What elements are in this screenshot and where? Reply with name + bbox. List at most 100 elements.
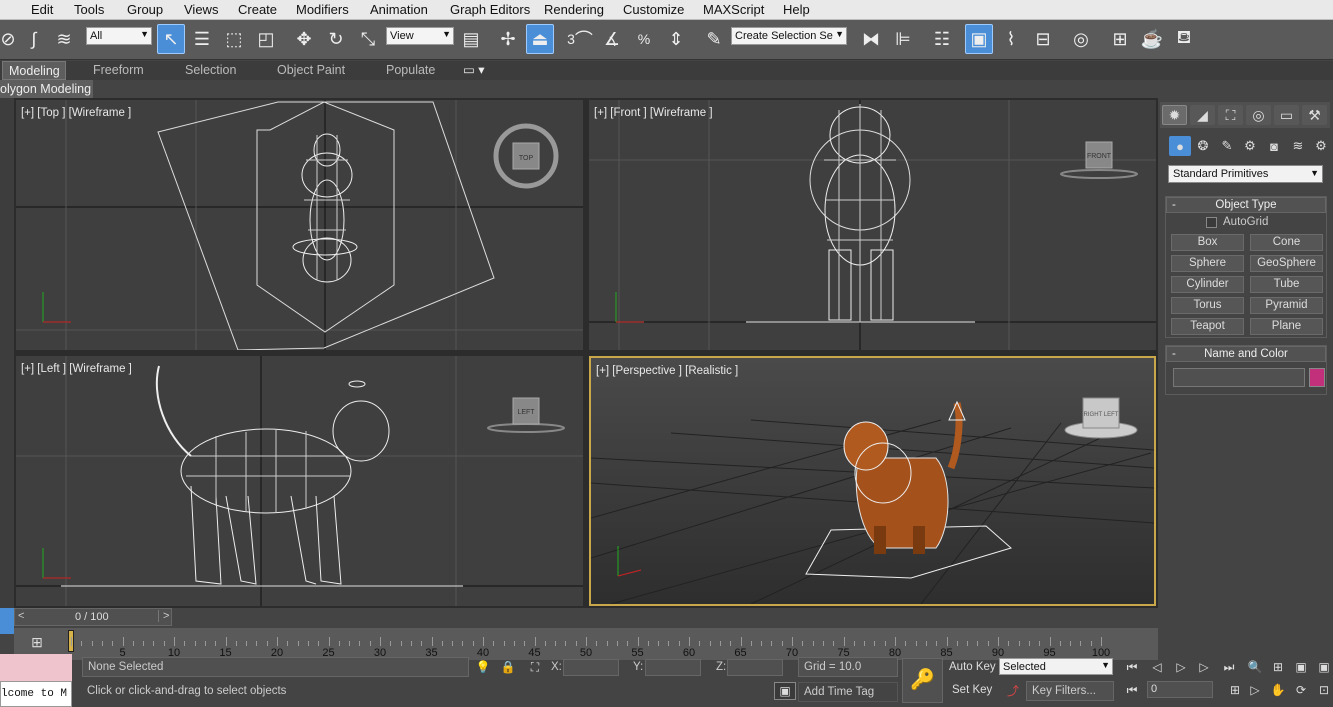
autogrid-checkbox[interactable] [1206, 217, 1217, 228]
box-button[interactable]: Box [1171, 234, 1244, 251]
set-key-button[interactable]: Set Key [952, 684, 992, 696]
maximize-viewport-icon[interactable]: ⊡ [1313, 681, 1333, 699]
isolate-selection-icon[interactable]: 💡 [472, 658, 494, 676]
pan-view-icon[interactable]: ✋ [1267, 681, 1289, 699]
link-icon[interactable]: ⊘ [0, 24, 22, 54]
lights-icon[interactable]: ✎ [1216, 136, 1238, 156]
space-warps-icon[interactable]: ≋ [1287, 136, 1309, 156]
layer-manager-icon[interactable]: ☷ [928, 24, 956, 54]
viewport-left[interactable]: LEFT [+] [Left ] [Wireframe ] [16, 356, 583, 606]
viewport-label-front[interactable]: [+] [Front ] [Wireframe ] [594, 107, 713, 119]
snaps-toggle-icon[interactable]: 3 ⌒ [566, 24, 594, 54]
angle-snap-icon[interactable]: ∡ [598, 24, 626, 54]
goto-end-icon[interactable]: ⏭ [1218, 658, 1240, 676]
tab-freeform[interactable]: Freeform [93, 61, 144, 80]
menu-edit[interactable]: Edit [31, 2, 53, 17]
tab-selection[interactable]: Selection [185, 61, 236, 80]
key-mode-dropdown[interactable]: Selected ▼ [999, 658, 1113, 675]
viewport-label-top[interactable]: [+] [Top ] [Wireframe ] [21, 107, 131, 119]
menu-modifiers[interactable]: Modifiers [296, 2, 349, 17]
zoom-icon[interactable]: 🔍 [1244, 658, 1266, 676]
select-and-scale-icon[interactable]: ⤡ [354, 24, 382, 54]
plane-button[interactable]: Plane [1250, 318, 1323, 335]
viewport-top[interactable]: TOP [+] [Top ] [Wireframe ] [16, 100, 583, 350]
menu-help[interactable]: Help [783, 2, 810, 17]
open-mini-curve-editor-icon[interactable]: ⊞ [19, 634, 55, 654]
play-icon[interactable]: ▷ [1170, 658, 1192, 676]
select-and-move-icon[interactable]: ✥ [290, 24, 318, 54]
key-mode-toggle-icon[interactable]: ⏮ [1121, 681, 1143, 699]
zoom-all-icon[interactable]: ⊞ [1267, 658, 1289, 676]
teapot-button[interactable]: Teapot [1171, 318, 1244, 335]
absolute-mode-transform-icon[interactable]: ⛶ [524, 658, 546, 676]
select-object-icon[interactable]: ↖ [157, 24, 185, 54]
next-frame-button-icon[interactable]: ▷ [1193, 658, 1215, 676]
systems-icon[interactable]: ⚙ [1310, 136, 1332, 156]
menu-rendering[interactable]: Rendering [544, 2, 604, 17]
sphere-button[interactable]: Sphere [1171, 255, 1244, 272]
pivot-center-icon[interactable]: ▤ [457, 24, 485, 54]
next-frame-icon[interactable]: > [158, 610, 169, 622]
pyramid-button[interactable]: Pyramid [1250, 297, 1323, 314]
prev-frame-icon[interactable]: < [18, 610, 24, 622]
menu-customize[interactable]: Customize [623, 2, 684, 17]
curve-editor-icon[interactable]: ⌇ [997, 24, 1025, 54]
bind-space-warp-icon[interactable]: ≋ [50, 24, 78, 54]
key-filters-button[interactable]: Key Filters... [1026, 681, 1114, 701]
display-tab-icon[interactable]: ▭ [1274, 105, 1299, 125]
tab-modeling[interactable]: Modeling [2, 61, 66, 80]
add-time-tag[interactable]: Add Time Tag [798, 682, 898, 702]
geosphere-button[interactable]: GeoSphere [1250, 255, 1323, 272]
object-name-field[interactable] [1173, 368, 1305, 387]
name-and-color-header[interactable]: - Name and Color [1166, 346, 1326, 362]
mini-listener-toggle[interactable] [0, 608, 14, 634]
select-by-name-icon[interactable]: ☰ [188, 24, 216, 54]
menu-views[interactable]: Views [184, 2, 218, 17]
timeline-track[interactable]: ⊞ 5 10 15 20 25 30 35 40 45 50 55 60 65 70 75 80 85 90 95 1… [14, 628, 1158, 660]
object-color-swatch[interactable] [1309, 368, 1325, 387]
y-coordinate-field[interactable] [645, 659, 701, 676]
goto-start-icon[interactable]: ⏮ [1121, 658, 1143, 676]
rendered-frame-window-icon[interactable]: ☕ [1138, 24, 1166, 54]
edit-named-selection-icon[interactable]: ✎ [700, 24, 728, 54]
geometry-icon[interactable]: ● [1169, 136, 1191, 156]
menu-animation[interactable]: Animation [370, 2, 428, 17]
default-in-out-tangents-icon[interactable]: ⤴ [1002, 681, 1024, 699]
render-setup-icon[interactable]: ⊞ [1106, 24, 1134, 54]
scene-explorer-icon[interactable]: ▣ [965, 24, 993, 54]
mirror-icon[interactable]: ⧓ [857, 24, 885, 54]
helpers-icon[interactable]: ◙ [1263, 136, 1285, 156]
cameras-icon[interactable]: ⚙ [1239, 136, 1261, 156]
time-slider[interactable]: < 0 / 100 > [14, 608, 172, 626]
percent-snap-icon[interactable]: % [630, 24, 658, 54]
previous-frame-icon[interactable]: ◁ [1146, 658, 1168, 676]
select-and-rotate-icon[interactable]: ↻ [322, 24, 350, 54]
cone-button[interactable]: Cone [1250, 234, 1323, 251]
time-configuration-icon[interactable]: ⊞ [1224, 681, 1246, 699]
align-icon[interactable]: ⊫ [889, 24, 917, 54]
viewport-front[interactable]: FRONT [+] [Front ] [Wireframe ] [589, 100, 1156, 350]
object-type-header[interactable]: - Object Type [1166, 197, 1326, 213]
tab-populate[interactable]: Populate [386, 61, 435, 80]
modify-tab-icon[interactable]: ◢ [1190, 105, 1215, 125]
auto-key-button[interactable]: Auto Key [949, 661, 996, 673]
material-editor-icon[interactable]: ◎ [1067, 24, 1095, 54]
field-of-view-icon[interactable]: ▷ [1244, 681, 1266, 699]
zoom-extents-icon[interactable]: ▣ [1290, 658, 1312, 676]
hierarchy-tab-icon[interactable]: ⛶ [1218, 105, 1243, 125]
torus-button[interactable]: Torus [1171, 297, 1244, 314]
spinner-snap-icon[interactable]: ⇕ [662, 24, 690, 54]
select-manipulate-icon[interactable]: ✢ [494, 24, 522, 54]
shapes-icon[interactable]: ❂ [1192, 136, 1214, 156]
ribbon-panel-polygon-modeling[interactable]: olygon Modeling [0, 80, 93, 98]
reference-coordinate-dropdown[interactable]: View ▼ [386, 27, 454, 45]
maxscript-output[interactable]: lcome to M [0, 681, 72, 707]
tube-button[interactable]: Tube [1250, 276, 1323, 293]
menu-group[interactable]: Group [127, 2, 163, 17]
schematic-view-icon[interactable]: ⊟ [1029, 24, 1057, 54]
keyboard-shortcut-override-icon[interactable]: ⏏ [526, 24, 554, 54]
z-coordinate-field[interactable] [727, 659, 783, 676]
ribbon-options-icon[interactable]: ▭ ▾ [463, 61, 485, 80]
render-production-icon[interactable]: ⛾ [1170, 24, 1198, 54]
menu-tools[interactable]: Tools [74, 2, 104, 17]
